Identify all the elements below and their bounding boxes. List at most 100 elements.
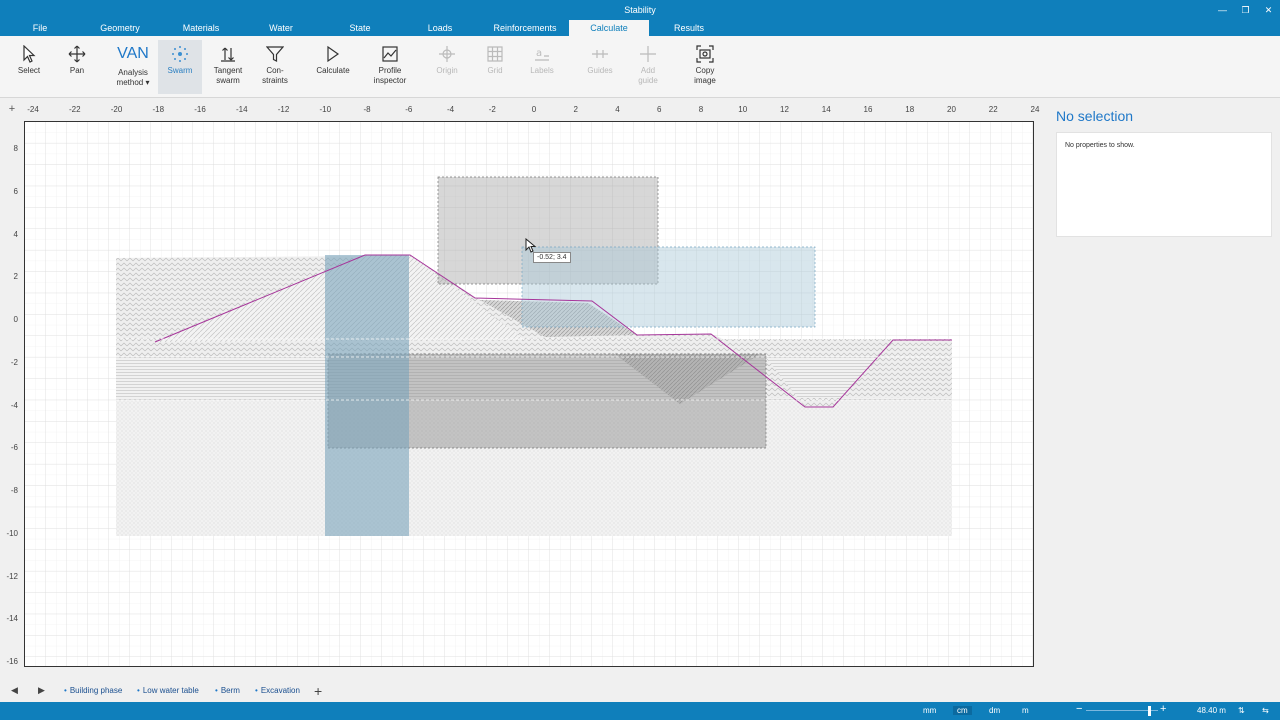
guides-icon [592,50,608,58]
entry-zone[interactable] [325,255,409,536]
tab-materials[interactable]: Materials [173,20,229,36]
select-button[interactable]: Select [7,40,51,94]
restore-button[interactable]: ❐ [1234,0,1257,20]
x-tick-label: -20 [110,105,123,114]
unit-cm[interactable]: cm [953,706,972,715]
ribbon-toolbar: Select Pan VAN Analysis method ▾ Swarm Ta… [0,36,1280,98]
x-tick-label: 24 [1030,105,1040,114]
analysis-method-icon: VAN [117,45,149,62]
profile-inspector-button[interactable]: Profile inspector [368,40,412,94]
guides-button[interactable]: Guides [578,40,622,94]
origin-button[interactable]: Origin [425,40,469,94]
stage-tab-label: Building phase [69,686,123,695]
y-tick-label: -16 [6,657,18,666]
x-tick-label: 10 [738,105,748,114]
tangent-label-2: swarm [216,76,240,85]
constraints-label-1: Con- [266,66,284,75]
add-guide-label-2: guide [638,76,658,85]
pan-label: Pan [69,66,85,75]
zoom-slider-thumb[interactable] [1148,706,1151,716]
x-tick-label: -18 [152,105,165,114]
x-tick-label: -24 [27,105,39,114]
x-tick-label: -22 [68,105,81,114]
status-bar: mm cm dm m − + 48.40 m ⇅ ⇆ [0,702,1280,720]
tab-state[interactable]: State [335,20,385,36]
ruler-corner-plus-icon[interactable]: + [0,100,24,120]
pan-button[interactable]: Pan [55,40,99,94]
play-icon [327,45,340,63]
y-tick-label: -10 [6,528,18,538]
grid-icon [487,46,503,62]
unit-dm[interactable]: dm [989,706,1000,715]
swarm-button[interactable]: Swarm [158,40,202,94]
y-tick-label: 4 [13,229,18,239]
stage-dot-icon: • [215,686,218,695]
y-tick-label: 8 [13,144,18,153]
tangent-swarm-button[interactable]: Tangent swarm [206,40,250,94]
properties-message: No properties to show. [1065,142,1135,149]
y-tick-label: -8 [10,486,18,495]
tab-reinforcements[interactable]: Reinforcements [485,20,565,36]
x-tick-label: -4 [446,105,455,114]
labels-label: Labels [530,66,554,75]
labels-button[interactable]: a Labels [520,40,564,94]
tab-water[interactable]: Water [256,20,306,36]
minimize-button[interactable]: — [1211,0,1234,20]
guides-label: Guides [587,66,613,75]
zoom-out-icon[interactable]: − [1076,703,1082,715]
unit-m[interactable]: m [1022,706,1029,715]
prev-stage-arrow-icon[interactable]: ◀ [11,685,18,696]
x-tick-label: -10 [319,105,332,114]
constraints-label-2: straints [262,76,288,85]
copy-image-button[interactable]: Copy image [683,40,727,94]
add-stage-plus-icon[interactable]: + [314,683,322,699]
unit-mm[interactable]: mm [923,706,936,715]
select-label: Select [17,66,41,75]
origin-label: Origin [436,66,458,75]
stage-tab-low-water-table[interactable]: • Low water table [137,686,199,695]
tangent-icon [221,47,235,62]
profile-inspector-icon [382,46,398,62]
y-tick-label: -4 [10,400,18,410]
zoom-in-icon[interactable]: + [1160,703,1166,715]
stage-tabs-bar: ◀ ▶ • Building phase • Low water table • Be… [0,683,1280,702]
x-tick-label: 0 [531,105,537,114]
close-button[interactable]: ✕ [1257,0,1280,20]
grid-button[interactable]: Grid [473,40,517,94]
stage-tab-label: Excavation [260,686,300,695]
add-guide-button[interactable]: Add guide [626,40,670,94]
tab-results[interactable]: Results [664,20,714,36]
constraints-button[interactable]: Con-straints [253,40,297,94]
stage-dot-icon: • [137,686,140,695]
geometry-drawing [25,122,1033,666]
tab-file[interactable]: File [22,20,58,36]
analysis-method-label-2: method ▾ [116,78,150,87]
next-stage-arrow-icon[interactable]: ▶ [38,685,45,696]
y-tick-label: 6 [13,186,18,196]
y-tick-label: 2 [13,272,18,282]
x-tick-label: -2 [488,105,496,114]
stage-dot-icon: • [255,686,258,695]
stage-tab-berm[interactable]: • Berm [215,686,240,695]
x-tick-label: 12 [780,105,789,114]
stage-tab-label: Berm [220,686,240,695]
stage-tab-building-phase[interactable]: • Building phase [64,686,122,695]
swarm-icon [172,46,188,62]
analysis-method-button[interactable]: VAN Analysis method ▾ [111,40,155,94]
tab-geometry[interactable]: Geometry [92,20,148,36]
tab-loads[interactable]: Loads [415,20,465,36]
cursor-arrow-icon [23,45,36,63]
calculate-button[interactable]: Calculate [311,40,355,94]
stage-tab-excavation[interactable]: • Excavation [255,686,300,695]
properties-panel: No properties to show. [1056,132,1272,237]
x-tick-label: -6 [405,105,413,114]
crosshair-icon [439,46,455,62]
tab-calculate[interactable]: Calculate [569,20,649,36]
x-tick-label: 22 [988,105,998,114]
x-tick-label: 14 [821,105,831,114]
y-tick-label: -6 [10,443,18,453]
fit-horizontal-icon[interactable]: ⇆ [1262,706,1269,715]
geometry-canvas[interactable]: -0.52; 3.4 [24,121,1034,667]
swarm-label: Swarm [167,66,193,75]
fit-vertical-icon[interactable]: ⇅ [1238,706,1245,715]
